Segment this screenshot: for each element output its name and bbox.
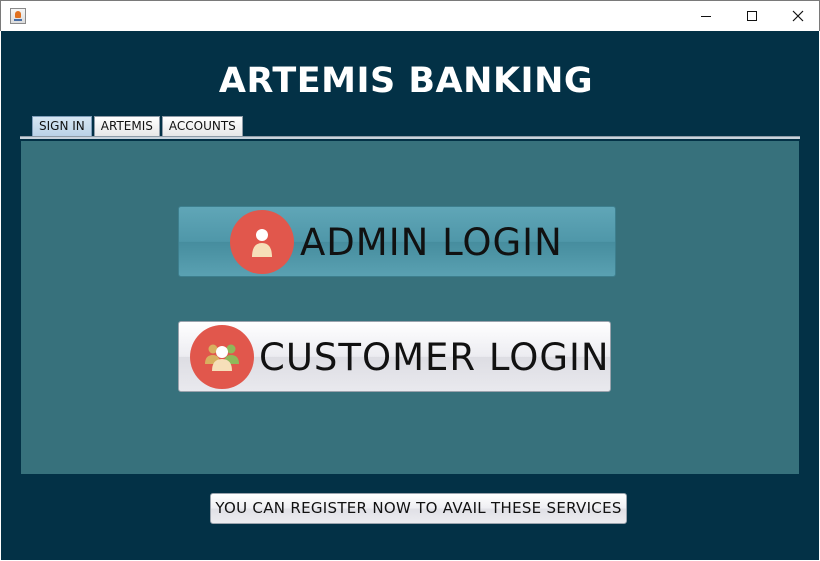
admin-user-icon [230,210,294,274]
sign-in-panel: ADMIN LOGIN CUSTOMER LOGIN [21,141,799,474]
customer-login-button[interactable]: CUSTOMER LOGIN [178,321,611,392]
tab-bar: SIGN IN ARTEMIS ACCOUNTS [32,116,245,137]
maximize-icon [747,11,757,21]
tab-accounts[interactable]: ACCOUNTS [161,116,243,137]
close-button[interactable] [775,1,820,31]
register-button[interactable]: YOU CAN REGISTER NOW TO AVAIL THESE SERV… [210,493,627,524]
minimize-icon [701,15,711,17]
admin-login-button[interactable]: ADMIN LOGIN [178,206,616,277]
admin-login-label: ADMIN LOGIN [300,221,563,264]
tab-divider [20,136,800,139]
tab-artemis[interactable]: ARTEMIS [93,116,160,137]
maximize-button[interactable] [729,1,775,31]
customers-group-icon [190,325,254,389]
minimize-button[interactable] [683,1,729,31]
title-bar [0,0,820,31]
tab-sign-in[interactable]: SIGN IN [32,116,92,137]
app-title: ARTEMIS BANKING [218,61,594,101]
main-window: ARTEMIS BANKING SIGN IN ARTEMIS ACCOUNTS… [1,31,819,560]
java-cup-icon[interactable] [10,8,26,24]
close-icon [792,10,804,22]
customer-login-label: CUSTOMER LOGIN [259,336,610,379]
